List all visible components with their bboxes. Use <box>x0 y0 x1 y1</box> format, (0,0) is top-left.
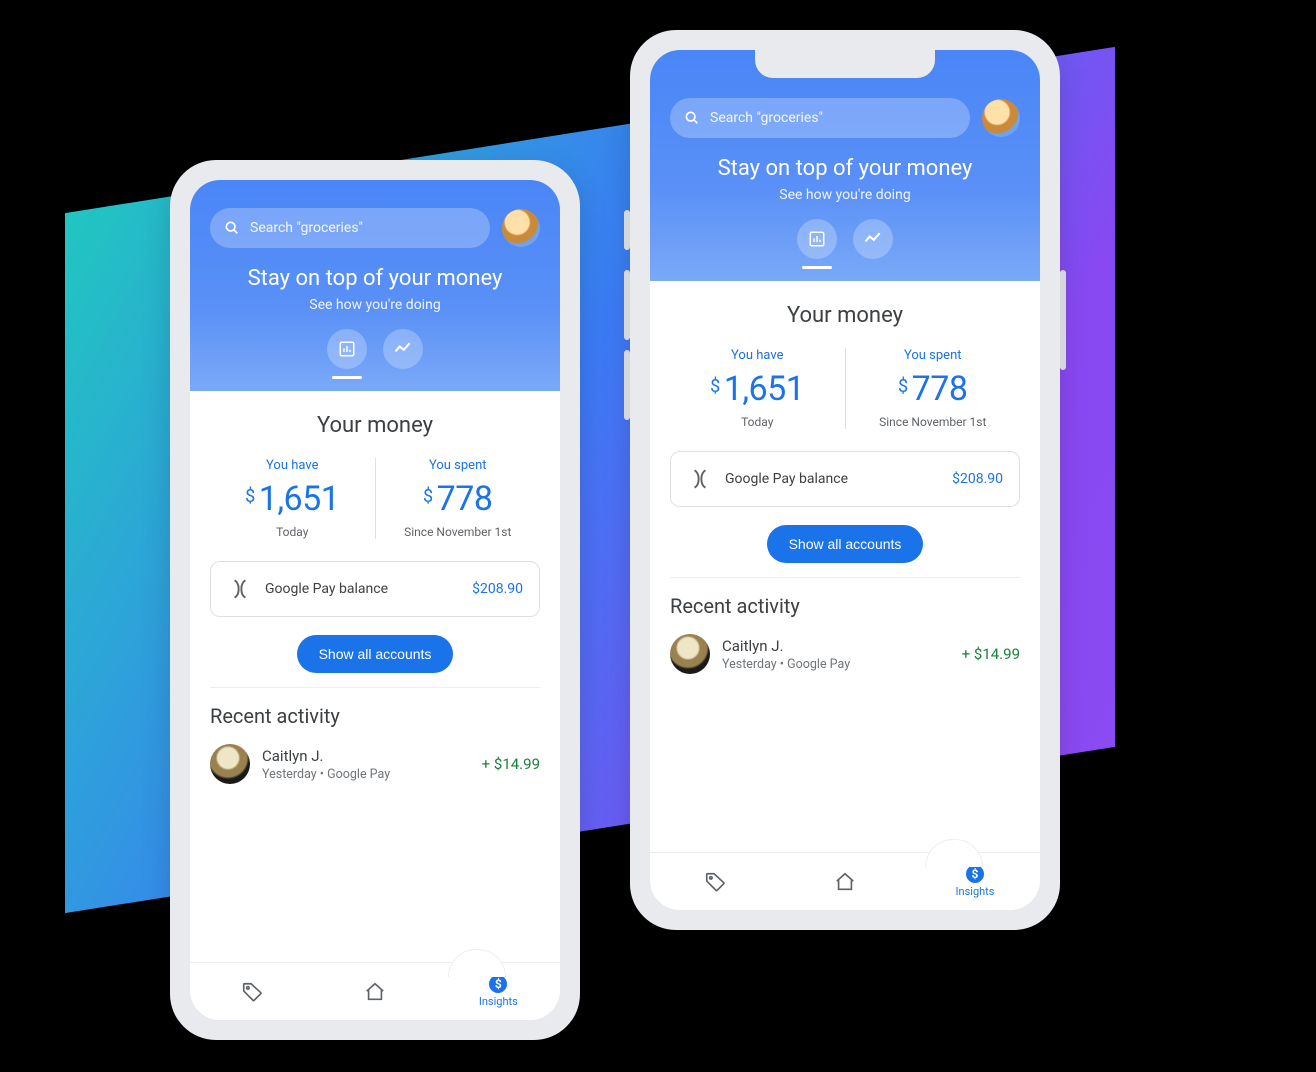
you-have-col: You have $1,651 Today <box>210 458 375 539</box>
nav-insights-label: Insights <box>956 885 995 898</box>
hero-title: Stay on top of your money <box>210 266 540 291</box>
separator <box>210 687 540 688</box>
main-panel: Your money You have $1,651 Today You spe… <box>190 391 560 962</box>
bottom-nav: $ Insights <box>190 962 560 1020</box>
money-summary: You have $1,651 Today You spent $778 Sin… <box>210 458 540 539</box>
hero-tabs <box>210 329 540 369</box>
bar-chart-icon <box>808 230 826 248</box>
activity-name: Caitlyn J. <box>262 747 470 765</box>
side-button <box>624 270 630 340</box>
you-spent-amount: $778 <box>376 479 541 519</box>
phone-mock-right: Search "groceries" Stay on top of your m… <box>630 30 1060 930</box>
screen: Search "groceries" Stay on top of your m… <box>650 50 1040 910</box>
your-money-heading: Your money <box>670 303 1020 328</box>
you-have-amount: $1,651 <box>670 369 845 409</box>
dollar-icon: $ <box>489 975 507 993</box>
activity-avatar <box>210 744 250 784</box>
side-button <box>624 210 630 250</box>
money-summary: You have $1,651 Today You spent $778 Sin… <box>670 348 1020 429</box>
profile-avatar[interactable] <box>502 209 540 247</box>
hero-title: Stay on top of your money <box>670 156 1020 181</box>
hero-subtitle: See how you're doing <box>670 187 1020 203</box>
hero-tabs <box>670 219 1020 259</box>
activity-amount: + $14.99 <box>962 645 1020 663</box>
bottom-nav: $ Insights <box>650 852 1040 910</box>
phone-notch <box>755 50 935 78</box>
balance-value: $208.90 <box>472 581 523 597</box>
you-have-sub: Today <box>210 525 375 539</box>
tag-icon <box>241 981 263 1003</box>
show-all-accounts-button[interactable]: Show all accounts <box>297 635 454 673</box>
trend-icon <box>393 339 413 359</box>
home-icon <box>834 871 856 893</box>
your-money-heading: Your money <box>210 413 540 438</box>
home-icon <box>364 981 386 1003</box>
activity-name: Caitlyn J. <box>722 637 950 655</box>
search-input[interactable]: Search "groceries" <box>670 98 970 138</box>
search-icon <box>684 110 700 126</box>
activity-main: Caitlyn J. Yesterday • Google Pay <box>722 637 950 672</box>
activity-main: Caitlyn J. Yesterday • Google Pay <box>262 747 470 782</box>
you-spent-amount: $778 <box>846 369 1021 409</box>
search-row: Search "groceries" <box>210 208 540 248</box>
search-input[interactable]: Search "groceries" <box>210 208 490 248</box>
nav-offers[interactable] <box>190 963 313 1020</box>
nav-home[interactable] <box>313 963 436 1020</box>
balance-value: $208.90 <box>952 471 1003 487</box>
gpay-icon <box>687 466 713 492</box>
side-button <box>624 350 630 420</box>
you-have-label: You have <box>210 458 375 473</box>
activity-amount: + $14.99 <box>482 755 540 773</box>
you-have-amount: $1,651 <box>210 479 375 519</box>
activity-sub: Yesterday • Google Pay <box>722 657 950 672</box>
recent-activity-heading: Recent activity <box>210 704 540 728</box>
google-pay-balance-card[interactable]: Google Pay balance $208.90 <box>670 451 1020 507</box>
trend-icon <box>863 229 883 249</box>
show-all-accounts-button[interactable]: Show all accounts <box>767 525 924 563</box>
tab-bar-chart[interactable] <box>327 329 367 369</box>
balance-label: Google Pay balance <box>725 471 940 487</box>
hero-subtitle: See how you're doing <box>210 297 540 313</box>
activity-sub: Yesterday • Google Pay <box>262 767 470 782</box>
phone-mock-left: Search "groceries" Stay on top of your m… <box>170 160 580 1040</box>
you-spent-col: You spent $778 Since November 1st <box>376 458 541 539</box>
hero-banner: Search "groceries" Stay on top of your m… <box>190 180 560 391</box>
you-have-label: You have <box>670 348 845 363</box>
gpay-icon <box>227 576 253 602</box>
profile-avatar[interactable] <box>982 99 1020 137</box>
tab-trend[interactable] <box>853 219 893 259</box>
tag-icon <box>704 871 726 893</box>
search-icon <box>224 220 240 236</box>
nav-insights-label: Insights <box>479 995 518 1008</box>
search-row: Search "groceries" <box>670 98 1020 138</box>
activity-item[interactable]: Caitlyn J. Yesterday • Google Pay + $14.… <box>210 744 540 784</box>
nav-offers[interactable] <box>650 853 780 910</box>
recent-activity-heading: Recent activity <box>670 594 1020 618</box>
search-placeholder: Search "groceries" <box>710 110 823 126</box>
google-pay-balance-card[interactable]: Google Pay balance $208.90 <box>210 561 540 617</box>
activity-avatar <box>670 634 710 674</box>
you-have-sub: Today <box>670 415 845 429</box>
separator <box>670 577 1020 578</box>
you-have-col: You have $1,651 Today <box>670 348 845 429</box>
you-spent-sub: Since November 1st <box>376 525 541 539</box>
you-spent-label: You spent <box>846 348 1021 363</box>
main-panel: Your money You have $1,651 Today You spe… <box>650 281 1040 852</box>
you-spent-col: You spent $778 Since November 1st <box>846 348 1021 429</box>
screen: Search "groceries" Stay on top of your m… <box>190 180 560 1020</box>
search-placeholder: Search "groceries" <box>250 220 363 236</box>
bar-chart-icon <box>338 340 356 358</box>
nav-home[interactable] <box>780 853 910 910</box>
side-button <box>1060 270 1066 370</box>
balance-label: Google Pay balance <box>265 581 460 597</box>
you-spent-sub: Since November 1st <box>846 415 1021 429</box>
dollar-icon: $ <box>966 865 984 883</box>
you-spent-label: You spent <box>376 458 541 473</box>
tab-trend[interactable] <box>383 329 423 369</box>
hero-banner: Search "groceries" Stay on top of your m… <box>650 50 1040 281</box>
tab-bar-chart[interactable] <box>797 219 837 259</box>
activity-item[interactable]: Caitlyn J. Yesterday • Google Pay + $14.… <box>670 634 1020 674</box>
